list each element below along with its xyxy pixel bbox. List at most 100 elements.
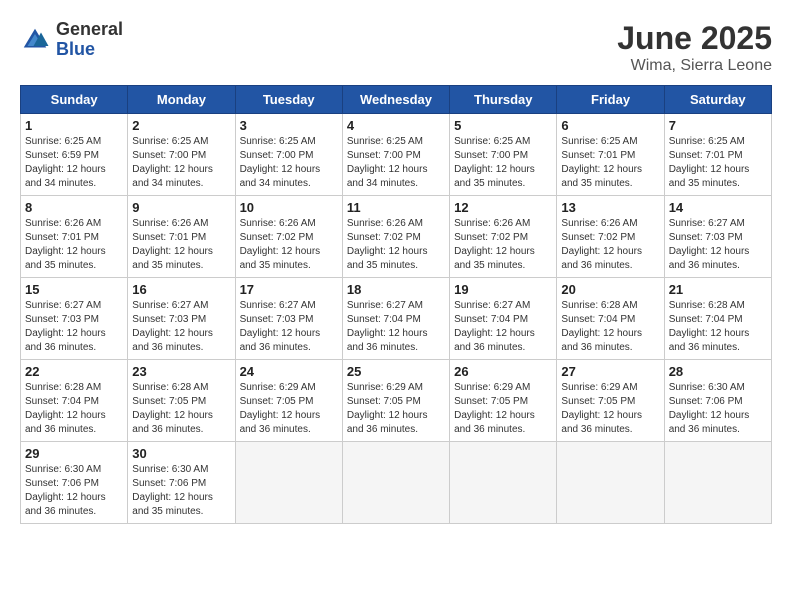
calendar-week-4: 29 Sunrise: 6:30 AMSunset: 7:06 PMDayligh…: [21, 442, 772, 524]
day-cell-2: 2Sunrise: 6:25 AMSunset: 7:00 PMDaylight…: [128, 114, 235, 196]
header-day-friday: Friday: [557, 86, 664, 114]
day-number: 15: [25, 282, 123, 297]
day-cell-3: 3 Sunrise: 6:25 AMSunset: 7:00 PMDaylight…: [235, 114, 342, 196]
day-detail: Sunrise: 6:25 AMSunset: 7:01 PMDaylight:…: [669, 135, 767, 191]
day-detail: Sunrise: 6:25 AMSunset: 7:00 PMDaylight:…: [240, 135, 338, 191]
day-cell-23: 23 Sunrise: 6:28 AMSunset: 7:05 PMDayligh…: [128, 360, 235, 442]
day-cell-15: 15 Sunrise: 6:27 AMSunset: 7:03 PMDayligh…: [21, 278, 128, 360]
day-cell-6: 6 Sunrise: 6:25 AMSunset: 7:01 PMDaylight…: [557, 114, 664, 196]
day-detail: Sunrise: 6:28 AMSunset: 7:04 PMDaylight:…: [561, 299, 659, 355]
day-detail: Sunrise: 6:29 AMSunset: 7:05 PMDaylight:…: [561, 381, 659, 437]
day-number: 12: [454, 200, 552, 215]
day-detail: Sunrise: 6:30 AMSunset: 7:06 PMDaylight:…: [25, 463, 123, 519]
header-row: SundayMondayTuesdayWednesdayThursdayFrid…: [21, 86, 772, 114]
day-cell-8: 8Sunrise: 6:26 AMSunset: 7:01 PMDaylight…: [21, 196, 128, 278]
day-number: 24: [240, 364, 338, 379]
calendar-week-2: 15 Sunrise: 6:27 AMSunset: 7:03 PMDayligh…: [21, 278, 772, 360]
day-cell-4: 4Sunrise: 6:25 AMSunset: 7:00 PMDaylight…: [342, 114, 449, 196]
day-detail: Sunrise: 6:30 AMSunset: 7:06 PMDaylight:…: [132, 463, 230, 519]
day-number: 7: [669, 118, 767, 133]
day-number: 23: [132, 364, 230, 379]
calendar-table: SundayMondayTuesdayWednesdayThursdayFrid…: [20, 85, 772, 524]
day-number: 10: [240, 200, 338, 215]
calendar-week-3: 22 Sunrise: 6:28 AMSunset: 7:04 PMDayligh…: [21, 360, 772, 442]
day-detail: Sunrise: 6:27 AMSunset: 7:03 PMDaylight:…: [25, 299, 123, 355]
day-number: 22: [25, 364, 123, 379]
day-cell-12: 12 Sunrise: 6:26 AMSunset: 7:02 PMDayligh…: [450, 196, 557, 278]
day-detail: Sunrise: 6:26 AMSunset: 7:02 PMDaylight:…: [454, 217, 552, 273]
day-detail: Sunrise: 6:28 AMSunset: 7:04 PMDaylight:…: [25, 381, 123, 437]
day-cell-16: 16 Sunrise: 6:27 AMSunset: 7:03 PMDayligh…: [128, 278, 235, 360]
day-cell-30: 30 Sunrise: 6:30 AMSunset: 7:06 PMDayligh…: [128, 442, 235, 524]
day-detail: Sunrise: 6:29 AMSunset: 7:05 PMDaylight:…: [454, 381, 552, 437]
logo-text: General Blue: [56, 20, 123, 60]
header: General Blue June 2025 Wima, Sierra Leon…: [20, 20, 772, 75]
day-cell-22: 22 Sunrise: 6:28 AMSunset: 7:04 PMDayligh…: [21, 360, 128, 442]
day-detail: Sunrise: 6:25 AMSunset: 7:00 PMDaylight:…: [454, 135, 552, 191]
day-number: 25: [347, 364, 445, 379]
day-number: 16: [132, 282, 230, 297]
day-number: 13: [561, 200, 659, 215]
day-cell-11: 11Sunrise: 6:26 AMSunset: 7:02 PMDayligh…: [342, 196, 449, 278]
day-cell-29: 29 Sunrise: 6:30 AMSunset: 7:06 PMDayligh…: [21, 442, 128, 524]
day-number: 14: [669, 200, 767, 215]
day-cell-7: 7 Sunrise: 6:25 AMSunset: 7:01 PMDaylight…: [664, 114, 771, 196]
day-cell-1: 1 Sunrise: 6:25 AMSunset: 6:59 PMDaylight…: [21, 114, 128, 196]
day-detail: Sunrise: 6:27 AMSunset: 7:03 PMDaylight:…: [240, 299, 338, 355]
day-detail: Sunrise: 6:27 AMSunset: 7:04 PMDaylight:…: [454, 299, 552, 355]
calendar-week-1: 8Sunrise: 6:26 AMSunset: 7:01 PMDaylight…: [21, 196, 772, 278]
logo-icon: [20, 25, 50, 55]
month-title: June 2025: [617, 20, 772, 57]
day-cell-18: 18Sunrise: 6:27 AMSunset: 7:04 PMDayligh…: [342, 278, 449, 360]
day-detail: Sunrise: 6:27 AMSunset: 7:04 PMDaylight:…: [347, 299, 445, 355]
day-detail: Sunrise: 6:26 AMSunset: 7:01 PMDaylight:…: [25, 217, 123, 273]
day-cell-25: 25 Sunrise: 6:29 AMSunset: 7:05 PMDayligh…: [342, 360, 449, 442]
title-area: June 2025 Wima, Sierra Leone: [617, 20, 772, 75]
day-cell-9: 9 Sunrise: 6:26 AMSunset: 7:01 PMDaylight…: [128, 196, 235, 278]
day-number: 9: [132, 200, 230, 215]
day-number: 26: [454, 364, 552, 379]
day-number: 1: [25, 118, 123, 133]
logo-general-text: General: [56, 20, 123, 40]
day-number: 30: [132, 446, 230, 461]
day-cell-5: 5 Sunrise: 6:25 AMSunset: 7:00 PMDaylight…: [450, 114, 557, 196]
day-cell-27: 27 Sunrise: 6:29 AMSunset: 7:05 PMDayligh…: [557, 360, 664, 442]
day-cell-13: 13 Sunrise: 6:26 AMSunset: 7:02 PMDayligh…: [557, 196, 664, 278]
day-number: 21: [669, 282, 767, 297]
day-number: 6: [561, 118, 659, 133]
header-day-sunday: Sunday: [21, 86, 128, 114]
day-number: 27: [561, 364, 659, 379]
calendar-body: 1 Sunrise: 6:25 AMSunset: 6:59 PMDaylight…: [21, 114, 772, 524]
day-number: 5: [454, 118, 552, 133]
day-cell-14: 14 Sunrise: 6:27 AMSunset: 7:03 PMDayligh…: [664, 196, 771, 278]
day-number: 28: [669, 364, 767, 379]
empty-cell: [450, 442, 557, 524]
day-number: 19: [454, 282, 552, 297]
day-cell-24: 24Sunrise: 6:29 AMSunset: 7:05 PMDayligh…: [235, 360, 342, 442]
page-container: General Blue June 2025 Wima, Sierra Leon…: [20, 20, 772, 524]
day-detail: Sunrise: 6:27 AMSunset: 7:03 PMDaylight:…: [669, 217, 767, 273]
day-detail: Sunrise: 6:28 AMSunset: 7:05 PMDaylight:…: [132, 381, 230, 437]
day-detail: Sunrise: 6:25 AMSunset: 7:01 PMDaylight:…: [561, 135, 659, 191]
day-cell-19: 19 Sunrise: 6:27 AMSunset: 7:04 PMDayligh…: [450, 278, 557, 360]
day-number: 3: [240, 118, 338, 133]
header-day-saturday: Saturday: [664, 86, 771, 114]
day-detail: Sunrise: 6:29 AMSunset: 7:05 PMDaylight:…: [347, 381, 445, 437]
logo-blue-text: Blue: [56, 40, 123, 60]
header-day-wednesday: Wednesday: [342, 86, 449, 114]
day-detail: Sunrise: 6:25 AMSunset: 7:00 PMDaylight:…: [347, 135, 445, 191]
header-day-monday: Monday: [128, 86, 235, 114]
day-detail: Sunrise: 6:25 AMSunset: 6:59 PMDaylight:…: [25, 135, 123, 191]
day-detail: Sunrise: 6:26 AMSunset: 7:02 PMDaylight:…: [561, 217, 659, 273]
day-detail: Sunrise: 6:27 AMSunset: 7:03 PMDaylight:…: [132, 299, 230, 355]
empty-cell: [664, 442, 771, 524]
empty-cell: [557, 442, 664, 524]
logo: General Blue: [20, 20, 123, 60]
day-detail: Sunrise: 6:26 AMSunset: 7:02 PMDaylight:…: [347, 217, 445, 273]
calendar-header: SundayMondayTuesdayWednesdayThursdayFrid…: [21, 86, 772, 114]
day-detail: Sunrise: 6:26 AMSunset: 7:01 PMDaylight:…: [132, 217, 230, 273]
header-day-tuesday: Tuesday: [235, 86, 342, 114]
day-cell-28: 28Sunrise: 6:30 AMSunset: 7:06 PMDayligh…: [664, 360, 771, 442]
day-number: 29: [25, 446, 123, 461]
day-detail: Sunrise: 6:25 AMSunset: 7:00 PMDaylight:…: [132, 135, 230, 191]
